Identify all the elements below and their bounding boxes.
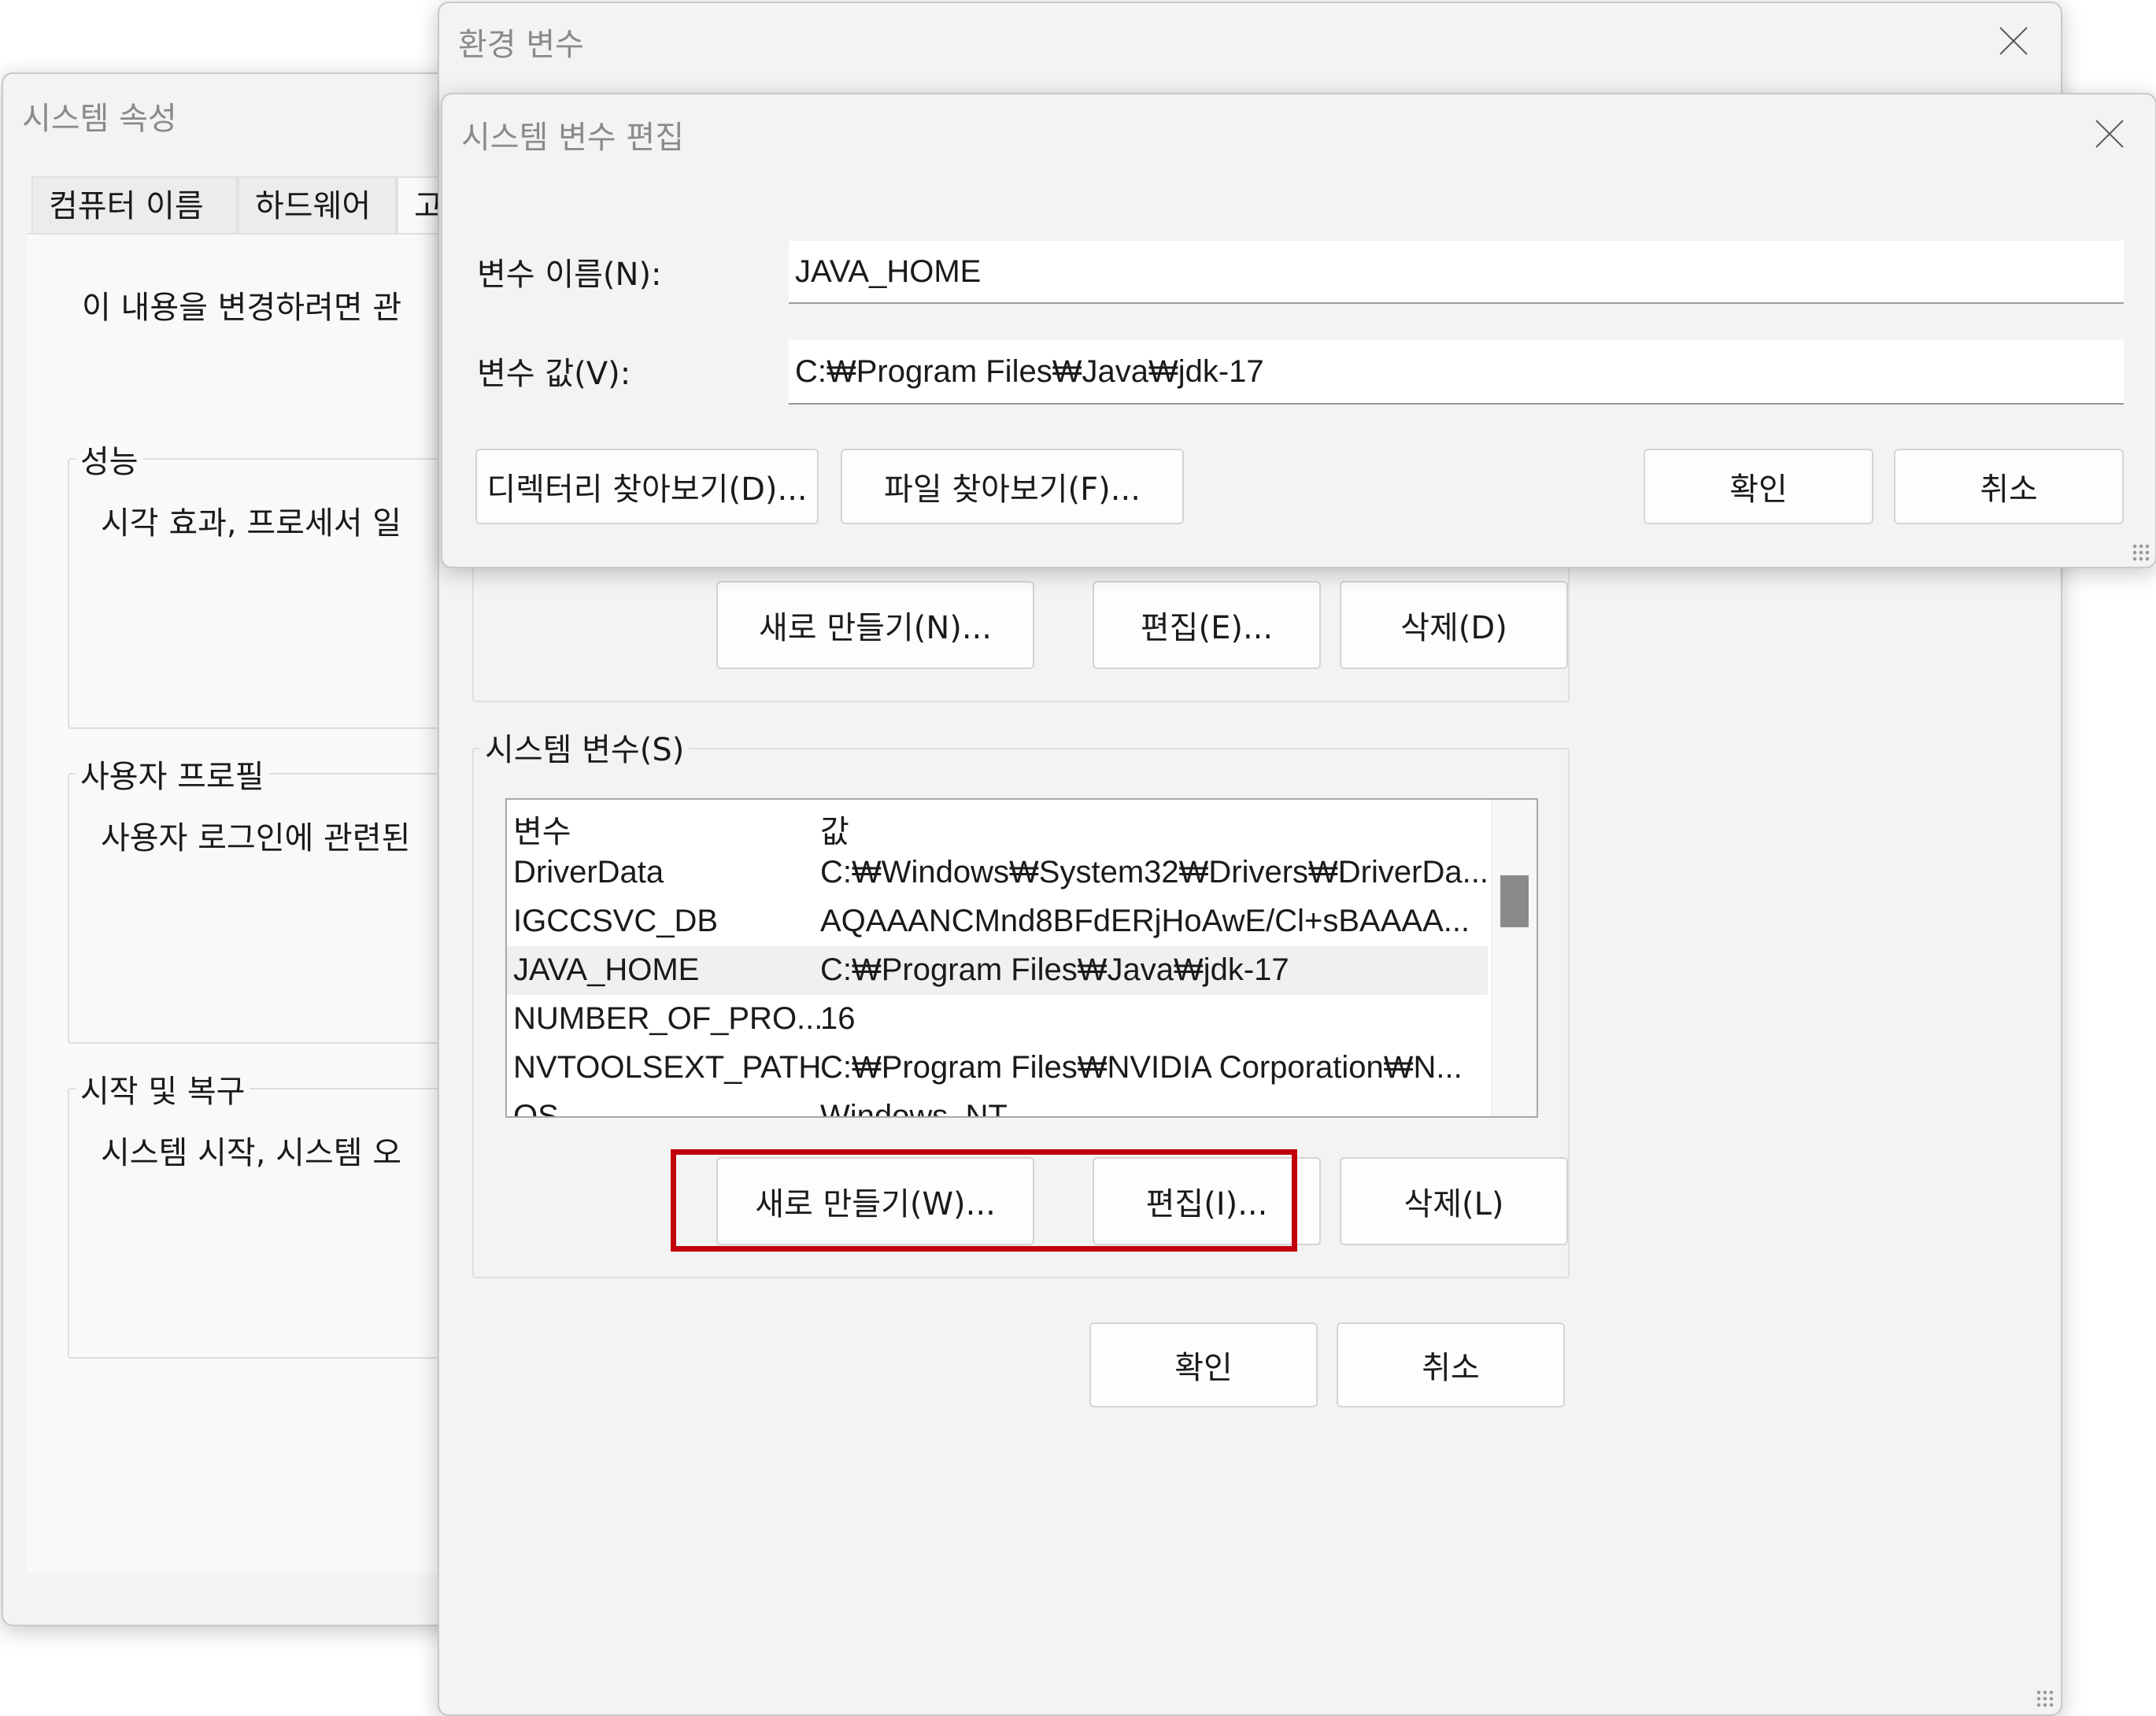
- list-scrollbar[interactable]: [1492, 800, 1537, 1116]
- row-variable-value: Windows_NT: [820, 1099, 1008, 1118]
- edit-dialog-title: 시스템 변수 편집: [461, 120, 685, 156]
- user-profiles-legend: 사용자 프로필: [76, 751, 269, 797]
- table-row[interactable]: IGCCSVC_DB AQAAANCMnd8BFdERjHoAwE/Cl+sBA…: [507, 897, 1488, 946]
- startup-recovery-legend: 시작 및 복구: [76, 1066, 250, 1111]
- table-row[interactable]: DriverData C:₩Windows₩System32₩Drivers₩D…: [507, 849, 1488, 897]
- row-variable-name: OS: [513, 1099, 559, 1118]
- variable-value-label: 변수 값(V):: [477, 356, 631, 392]
- resize-grip-icon[interactable]: [2036, 1689, 2054, 1708]
- row-variable-value: 16: [820, 1001, 856, 1036]
- row-variable-name: IGCCSVC_DB: [513, 904, 719, 938]
- environment-variables-titlebar: 환경 변수: [439, 3, 2061, 82]
- system-delete-button[interactable]: 삭제(L): [1340, 1157, 1568, 1245]
- environment-variables-title: 환경 변수: [458, 27, 584, 63]
- row-variable-value: C:₩Program Files₩Java₩jdk-17: [820, 952, 1289, 987]
- system-variables-list[interactable]: 변수 값 DriverData C:₩Windows₩System32₩Driv…: [505, 798, 1538, 1118]
- edit-system-variable-dialog: 시스템 변수 편집 변수 이름(N): 변수 값(V): 디렉터리 찾아보기(D…: [441, 93, 2156, 568]
- edit-cancel-button[interactable]: 취소: [1894, 449, 2124, 524]
- variable-name-input[interactable]: [789, 241, 2124, 304]
- table-row[interactable]: NVTOOLSEXT_PATH C:₩Program Files₩NVIDIA …: [507, 1044, 1488, 1093]
- row-variable-name: JAVA_HOME: [513, 952, 700, 987]
- variable-name-label: 변수 이름(N):: [477, 257, 662, 293]
- variable-value-input[interactable]: [789, 340, 2124, 405]
- system-variables-legend: 시스템 변수(S): [480, 724, 690, 770]
- row-variable-value: AQAAANCMnd8BFdERjHoAwE/Cl+sBAAAA...: [820, 904, 1470, 938]
- edit-dialog-titlebar: 시스템 변수 편집: [442, 94, 2155, 173]
- row-variable-value: C:₩Program Files₩NVIDIA Corporation₩N...: [820, 1050, 1463, 1085]
- row-variable-name: NVTOOLSEXT_PATH: [513, 1050, 822, 1085]
- ok-button[interactable]: 확인: [1089, 1322, 1318, 1407]
- cancel-button[interactable]: 취소: [1337, 1322, 1565, 1407]
- column-header-value[interactable]: 값: [820, 806, 849, 852]
- user-edit-button[interactable]: 편집(E)...: [1093, 581, 1321, 669]
- user-new-button[interactable]: 새로 만들기(N)...: [716, 581, 1034, 669]
- tab-hardware[interactable]: 하드웨어: [238, 176, 397, 233]
- user-profiles-description: 사용자 로그인에 관련된: [101, 820, 411, 856]
- close-icon[interactable]: [1998, 25, 2029, 57]
- row-variable-value: C:₩Windows₩System32₩Drivers₩DriverDa...: [820, 855, 1488, 889]
- startup-recovery-description: 시스템 시작, 시스템 오: [101, 1135, 402, 1171]
- user-delete-button[interactable]: 삭제(D): [1340, 581, 1568, 669]
- tab-computer-name[interactable]: 컴퓨터 이름: [31, 176, 238, 233]
- row-variable-name: NUMBER_OF_PRO...: [513, 1001, 823, 1036]
- row-variable-name: DriverData: [513, 855, 664, 889]
- table-row[interactable]: NUMBER_OF_PRO... 16: [507, 995, 1488, 1044]
- close-icon[interactable]: [2094, 118, 2125, 150]
- table-row[interactable]: OS Windows_NT: [507, 1093, 1488, 1118]
- performance-legend: 성능: [76, 436, 143, 482]
- table-header: 변수 값: [507, 800, 1488, 849]
- system-properties-title: 시스템 속성: [22, 101, 177, 137]
- browse-file-button[interactable]: 파일 찾아보기(F)...: [841, 449, 1184, 524]
- column-header-variable[interactable]: 변수: [513, 806, 571, 852]
- admin-note: 이 내용을 변경하려면 관: [82, 290, 402, 326]
- scrollbar-thumb[interactable]: [1500, 875, 1529, 927]
- edit-ok-button[interactable]: 확인: [1644, 449, 1873, 524]
- browse-directory-button[interactable]: 디렉터리 찾아보기(D)...: [475, 449, 819, 524]
- table-row-selected[interactable]: JAVA_HOME C:₩Program Files₩Java₩jdk-17: [507, 946, 1488, 995]
- performance-description: 시각 효과, 프로세서 일: [101, 505, 402, 542]
- resize-grip-icon[interactable]: [2132, 543, 2150, 562]
- highlight-box: [671, 1149, 1297, 1252]
